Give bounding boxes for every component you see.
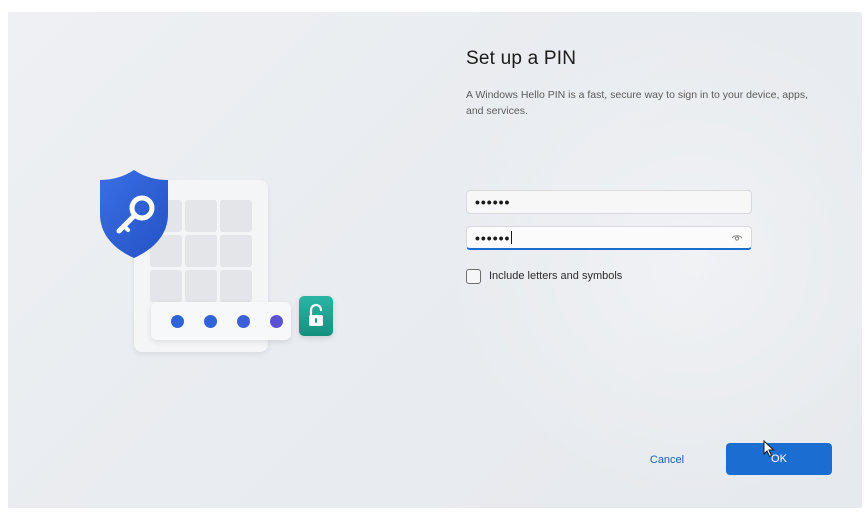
keypad-key [150,270,182,302]
pin-dot [171,315,184,328]
keypad-key [185,235,217,267]
keypad-key [185,270,217,302]
cancel-button[interactable]: Cancel [632,447,702,473]
screen: Set up a PIN A Windows Hello PIN is a fa… [0,0,864,516]
pin-dot [270,315,283,328]
text-caret [511,231,513,244]
confirm-pin-field[interactable]: •••••• [466,226,752,250]
page-title: Set up a PIN [466,48,577,69]
pin-dot [204,315,217,328]
keypad-key [220,270,252,302]
pin-dots-strip [151,302,291,340]
keypad-key [220,235,252,267]
keypad-key [220,200,252,232]
unlock-icon [299,296,333,336]
page-description: A Windows Hello PIN is a fast, secure wa… [466,89,808,117]
key-shield-icon [100,170,168,258]
pin-dot [237,315,250,328]
eye-icon[interactable] [731,233,743,243]
ok-button[interactable]: OK [726,443,832,475]
keypad-key [185,200,217,232]
include-letters-label: Include letters and symbols [489,270,623,282]
confirm-pin-value: •••••• [475,230,511,246]
confirm-pin-text: •••••• [475,230,513,246]
include-letters-checkbox[interactable] [466,268,481,284]
mouse-pointer-icon [763,440,775,458]
new-pin-field[interactable]: •••••• [466,190,752,214]
new-pin-value: •••••• [475,194,511,210]
include-letters-option[interactable]: Include letters and symbols [466,267,622,285]
